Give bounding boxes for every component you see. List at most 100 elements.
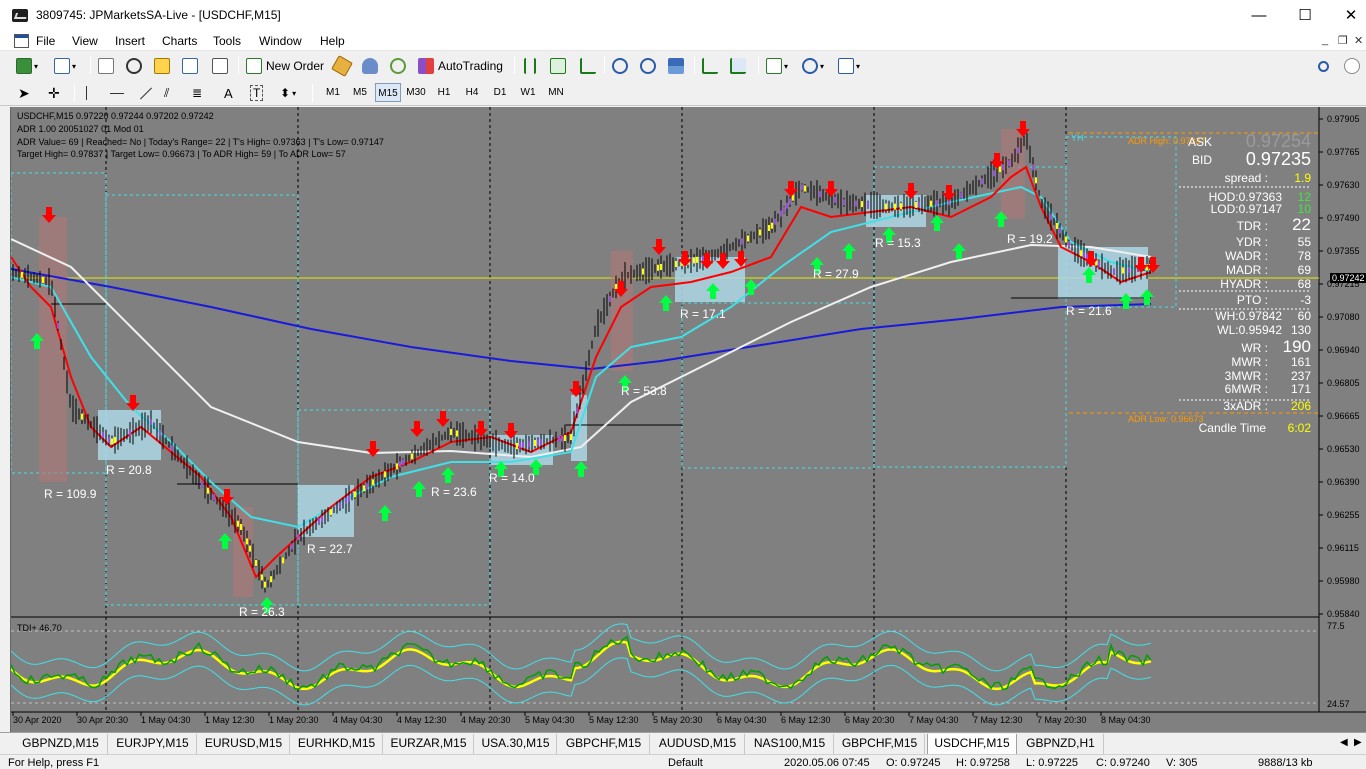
tab-eurhkd-m15[interactable]: EURHKD,M15 [291,734,383,754]
candle-body [339,502,341,509]
menu-window[interactable]: Window [259,34,302,48]
market-watch-button[interactable] [98,55,114,77]
tile-windows-button[interactable] [668,55,684,77]
chart-window-icon[interactable] [14,34,29,48]
timeframe-h4[interactable]: H4 [459,83,485,102]
data-window-button[interactable] [154,55,170,77]
candle-time-label: Candle Time [1198,421,1266,435]
mdi-restore-button[interactable]: ❐ [1338,34,1348,47]
tab-gbpnzd-h1[interactable]: GBPNZD,H1 [1018,734,1104,754]
price-tick-label: 0.97490 [1327,213,1360,223]
down-arrow-icon [569,381,583,397]
new-order-icon [246,58,262,74]
menu-help[interactable]: Help [320,34,345,48]
trendline-tool[interactable] [138,82,154,104]
down-arrow-icon [366,441,380,457]
arrows-tool[interactable]: ⬍ ▾ [280,82,296,104]
tab-usdchf-m15[interactable]: USDCHF,M15 [927,734,1017,755]
down-arrow-icon [942,185,956,201]
vertical-line-tool[interactable] [86,82,87,104]
menu-file[interactable]: File [36,34,55,48]
cursor-tool[interactable]: ➤ [18,82,30,104]
tab-eurjpy-m15[interactable]: EURJPY,M15 [109,734,197,754]
fibonacci-tool[interactable]: ≣ [192,82,202,104]
candle-body [450,429,452,435]
candle-body [291,543,293,550]
timeframe-m1[interactable]: M1 [320,83,346,102]
maximize-button[interactable]: ☐ [1282,0,1328,31]
horizontal-line-tool[interactable] [110,82,124,104]
tab-usa30-m15[interactable]: USA.30,M15 [475,734,557,754]
timeframe-m30[interactable]: M30 [403,83,429,102]
zoom-out-icon [640,58,656,74]
candle-body [1002,164,1004,171]
templates-button[interactable]: ▾ [838,55,860,77]
periods-button[interactable]: ▾ [802,55,824,77]
autoscroll-button[interactable] [730,55,746,77]
zoom-in-button[interactable] [612,55,628,77]
tdr-label: TDR : [1236,219,1268,233]
profiles-button[interactable]: ▾ [54,55,76,77]
clock-icon [802,58,818,74]
menu-charts[interactable]: Charts [162,34,197,48]
line-chart-button[interactable] [580,55,596,77]
chart-window[interactable]: R = 109.9 R = 20.8 R = 26.3 R = 22.7 R = 23.… [10,107,1366,732]
timeframe-h1[interactable]: H1 [431,83,457,102]
minimize-button[interactable]: — [1236,0,1282,31]
autotrading-button[interactable]: AutoTrading [418,55,503,77]
up-arrow-icon [218,533,232,549]
menu-insert[interactable]: Insert [115,34,145,48]
close-button[interactable]: ✕ [1328,0,1366,31]
tab-gbpnzd-m15[interactable]: GBPNZD,M15 [14,734,108,754]
timeframe-m5[interactable]: M5 [347,83,373,102]
chart-shift-button[interactable] [702,55,718,77]
candlestick-button[interactable] [550,55,566,77]
channel-tool[interactable]: ⫽ [164,82,169,104]
candle-body [867,201,869,208]
chat-button[interactable] [1344,55,1360,77]
new-chart-button[interactable]: ▾ [16,55,38,77]
text-label-tool[interactable]: T [250,82,264,104]
new-order-button[interactable]: New Order [246,55,324,77]
menu-tools[interactable]: Tools [213,34,241,48]
time-tick-label: 1 May 12:30 [205,715,255,725]
crosshair-tool[interactable]: ✛ [48,82,60,104]
search-button[interactable] [1318,55,1329,77]
down-arrow-icon [474,421,488,437]
down-arrow-icon [652,239,666,255]
candle-body [843,199,845,206]
terminal-button[interactable] [182,55,198,77]
indicators-button[interactable]: ▾ [766,55,788,77]
search-icon [1318,60,1329,72]
zoom-out-button[interactable] [640,55,656,77]
tab-gbpchf-m15[interactable]: GBPCHF,M15 [558,734,650,754]
timeframe-d1[interactable]: D1 [487,83,513,102]
tab-gbpchf-m15-2[interactable]: GBPCHF,M15 [835,734,925,754]
app-icon [12,9,28,22]
tab-eurusd-m15[interactable]: EURUSD,M15 [198,734,290,754]
mdi-close-button[interactable]: ✕ [1354,34,1363,47]
bar-chart-button[interactable] [524,55,536,77]
strategy-tester-button[interactable] [212,55,228,77]
navigator-button[interactable] [126,55,142,77]
metaeditor-button[interactable] [331,55,353,77]
signals-button[interactable] [362,55,378,77]
adr3-label: 3xADR : [1223,399,1268,413]
text-tool[interactable]: A [224,82,233,104]
mwr6-label: 6MWR : [1224,382,1268,396]
mdi-minimize-button[interactable]: _ [1322,34,1328,46]
market-button[interactable] [390,55,406,77]
timeframe-w1[interactable]: W1 [515,83,541,102]
candle-body [129,429,131,436]
standard-toolbar: ▾ ▾ New Order AutoTrading ▾ ▾ ▾ [0,52,1366,80]
tab-scroll-left-icon[interactable]: ◀ [1340,737,1348,748]
candle-body [804,185,806,192]
menu-view[interactable]: View [72,34,98,48]
timeframe-m15[interactable]: M15 [375,83,401,102]
tab-eurzar-m15[interactable]: EURZAR,M15 [384,734,474,754]
tab-scroll-right-icon[interactable]: ▶ [1354,737,1362,748]
tab-nas100-m15[interactable]: NAS100,M15 [746,734,834,754]
candle-body [57,322,59,329]
tab-audusd-m15[interactable]: AUDUSD,M15 [651,734,745,754]
timeframe-mn[interactable]: MN [543,83,569,102]
